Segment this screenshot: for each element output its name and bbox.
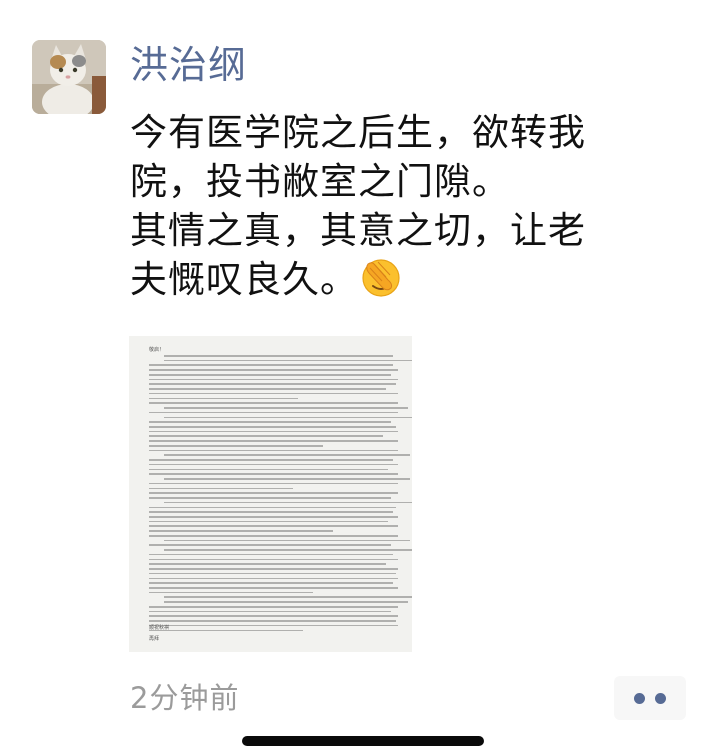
post-text-line: 院，投书敝室之门隙。 [130,160,510,203]
author-name[interactable]: 洪治纲 [130,42,247,88]
letter-text-line [149,553,394,556]
letter-text-line [149,468,389,471]
letter-image[interactable]: 敬启！ 顺祝秋祺 再拜 [129,336,412,652]
post-text: 今有医学院之后生，欲转我 院，投书敝室之门隙。 其情之真，其意之切，让老 夫慨叹… [130,108,690,304]
letter-text-line [149,487,294,490]
letter-salutation: 敬启！ [149,347,165,353]
letter-text-line [149,402,398,404]
more-dots-icon [629,689,671,708]
letter-text-line [163,601,408,603]
letter-text-line [149,506,396,509]
cat-avatar-image [32,40,106,114]
letter-text-line [149,369,398,371]
letter-text-line [149,577,398,580]
letter-text-line [149,421,391,423]
post-text-segment: 夫慨叹良久。 [130,258,358,301]
letter-text-line [149,520,389,523]
letter-text-line [149,459,394,461]
letter-text-line [149,497,391,499]
letter-text-line [149,620,396,622]
letter-text-line [149,582,394,584]
letter-text-line [149,383,396,385]
letter-text-line [149,463,398,466]
letter-signature: 顺祝秋祺 [149,625,170,631]
letter-text-line [149,482,398,485]
letter-text-line [149,525,398,528]
letter-text-line [149,610,391,613]
avatar[interactable] [32,40,106,114]
letter-text-line [149,411,398,414]
letter-text-line [149,440,398,442]
letter-text-line [149,568,398,570]
letter-text-line [163,454,411,457]
letter-text-line [149,435,384,438]
letter-text-block [149,355,412,634]
letter-text-line [163,416,412,419]
post-timestamp: 2分钟前 [130,681,240,715]
letter-text-line [149,449,398,452]
post-text-line: 夫慨叹良久。 [130,255,690,304]
letter-text-line [149,430,398,433]
letter-text-line [163,359,412,362]
letter-text-line [149,624,398,627]
letter-text-line [149,591,314,594]
post-text-line: 今有医学院之后生，欲转我 [130,111,586,154]
letter-text-line [163,596,412,599]
letter-text-line [163,539,411,542]
letter-text-line [163,478,411,480]
letter-text-line [149,473,398,475]
letter-text-line [149,378,398,381]
letter-text-line [149,558,398,561]
letter-text-line [149,534,398,537]
letter-text-line [163,355,394,357]
letter-text-line [149,572,396,575]
letter-text-line [149,515,398,518]
letter-text-line [149,397,299,400]
letter-text-line [163,407,408,409]
letter-text-line [149,544,391,546]
letter-text-line [149,426,396,428]
letter-text-line [149,615,398,617]
letter-text-line [149,511,394,513]
letter-text-line [149,563,386,565]
letter-text-line [163,501,412,504]
letter-text-line [149,586,398,589]
letter-signature: 再拜 [149,636,160,642]
letter-text-line [149,605,398,608]
home-indicator[interactable] [242,736,484,746]
letter-text-line [149,392,398,395]
more-button[interactable] [614,676,686,720]
post-text-line: 其情之真，其意之切，让老 [130,209,586,252]
letter-text-line [149,388,386,390]
letter-text-line [149,373,391,376]
letter-text-line [149,530,334,532]
face-with-hand-over-eyes-emoji [360,256,402,298]
letter-text-line [149,492,398,494]
letter-text-line [149,629,304,632]
letter-text-line [149,364,394,367]
letter-text-line [149,444,324,447]
letter-text-line [163,549,412,551]
letter-content: 敬启！ 顺祝秋祺 再拜 [149,346,412,644]
